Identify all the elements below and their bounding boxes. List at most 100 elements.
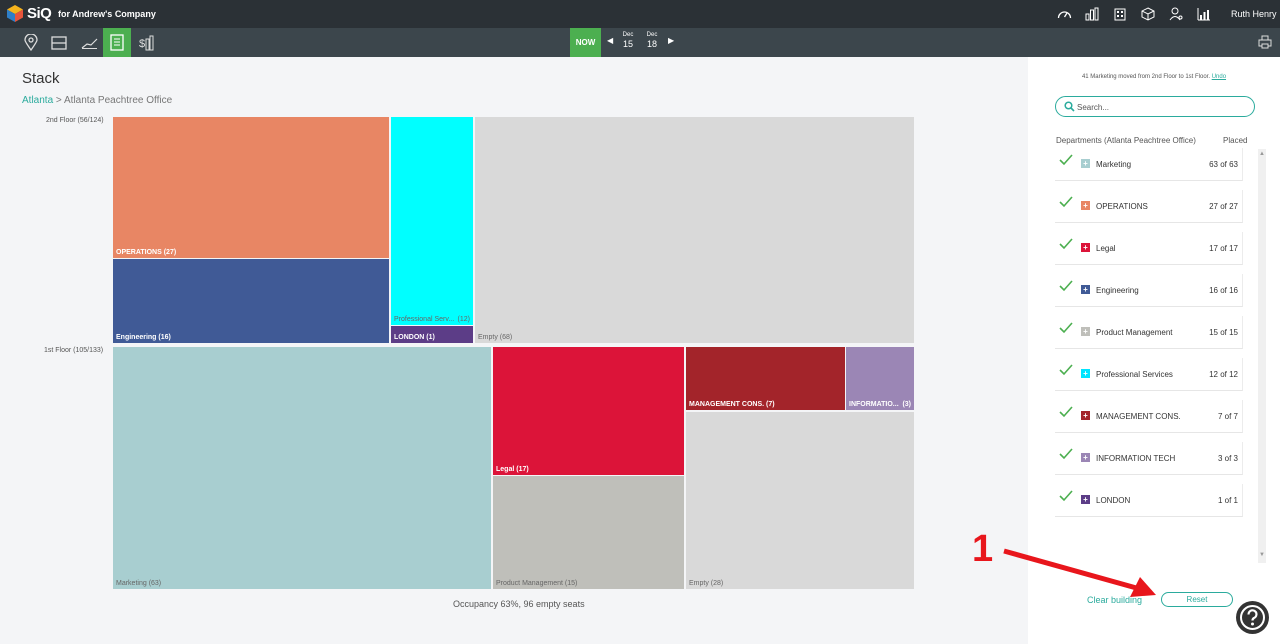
block-label-count: (3) xyxy=(902,401,911,408)
block-label: Empty (68) xyxy=(478,334,513,341)
department-item-marketing[interactable]: + Marketing 63 of 63 xyxy=(1055,148,1243,181)
department-item-professional-services[interactable]: + Professional Services 12 of 12 xyxy=(1055,358,1243,391)
floor-plan-icon[interactable] xyxy=(45,28,73,57)
building-icon[interactable] xyxy=(1112,6,1128,22)
breadcrumb: Atlanta > Atlanta Peachtree Office xyxy=(22,95,172,106)
department-item-information-tech[interactable]: + INFORMATION TECH 3 of 3 xyxy=(1055,442,1243,475)
date-month: Dec xyxy=(622,32,634,38)
top-icon-group xyxy=(1056,6,1212,22)
block-label: LONDON (1) xyxy=(394,334,435,341)
print-icon[interactable] xyxy=(1258,35,1272,54)
department-name: Product Management xyxy=(1096,328,1173,337)
department-placed: 15 of 15 xyxy=(1209,328,1238,337)
user-settings-icon[interactable] xyxy=(1168,6,1184,22)
undo-link[interactable]: Undo xyxy=(1212,74,1226,80)
breadcrumb-separator: > xyxy=(55,95,62,106)
department-placed: 17 of 17 xyxy=(1209,244,1238,253)
stack-block-legal[interactable]: Legal (17) xyxy=(493,347,684,475)
block-label: Engineering (16) xyxy=(116,334,171,341)
search-box xyxy=(1055,96,1255,117)
department-name: INFORMATION TECH xyxy=(1096,454,1176,463)
bar-chart-icon[interactable] xyxy=(1084,6,1100,22)
breadcrumb-current: Atlanta Peachtree Office xyxy=(64,95,173,106)
user-name[interactable]: Ruth Henry xyxy=(1231,9,1277,19)
check-icon xyxy=(1059,364,1073,376)
speedometer-icon[interactable] xyxy=(1056,6,1072,22)
company-name: for Andrew's Company xyxy=(58,9,156,19)
siq-logo-icon xyxy=(7,5,23,22)
block-label: MANAGEMENT CONS. (7) xyxy=(689,401,775,408)
move-notice: 41 Marketing moved from 2nd Floor to 1st… xyxy=(1028,74,1280,80)
stack-block-engineering[interactable]: Engineering (16) xyxy=(113,259,389,343)
date-day: 15 xyxy=(622,39,633,49)
check-icon xyxy=(1059,196,1073,208)
department-color-swatch: + xyxy=(1081,453,1090,462)
department-list: + Marketing 63 of 63 + OPERATIONS 27 of … xyxy=(1055,148,1243,518)
analytics-icon[interactable] xyxy=(1196,6,1212,22)
department-item-management-cons[interactable]: + MANAGEMENT CONS. 7 of 7 xyxy=(1055,400,1243,433)
department-placed: 3 of 3 xyxy=(1217,454,1238,463)
prev-date-icon[interactable]: ◀ xyxy=(607,36,613,45)
block-label-count: (12) xyxy=(457,316,470,323)
department-item-product-management[interactable]: + Product Management 15 of 15 xyxy=(1055,316,1243,349)
location-pin-icon[interactable] xyxy=(17,28,45,57)
search-input[interactable] xyxy=(1077,101,1247,113)
placed-header: Placed xyxy=(1223,136,1248,145)
department-placed: 16 of 16 xyxy=(1209,286,1238,295)
department-item-engineering[interactable]: + Engineering 16 of 16 xyxy=(1055,274,1243,307)
date-dec-15[interactable]: Dec 15 xyxy=(618,32,638,49)
move-notice-text: 41 Marketing moved from 2nd Floor to 1st… xyxy=(1081,74,1211,80)
department-item-london[interactable]: + LONDON 1 of 1 xyxy=(1055,484,1243,517)
stack-block-empty-2nd[interactable]: Empty (68) xyxy=(475,117,914,343)
department-name: Engineering xyxy=(1096,286,1139,295)
next-date-icon[interactable]: ▶ xyxy=(668,36,674,45)
department-name: MANAGEMENT CONS. xyxy=(1096,412,1181,421)
stack-block-product-management[interactable]: Product Management (15) xyxy=(493,476,684,589)
department-placed: 1 of 1 xyxy=(1217,496,1238,505)
department-placed: 7 of 7 xyxy=(1217,412,1238,421)
stack-block-operations[interactable]: OPERATIONS (27) xyxy=(113,117,389,258)
department-name: OPERATIONS xyxy=(1096,202,1148,211)
department-color-swatch: + xyxy=(1081,369,1090,378)
scroll-down-icon[interactable]: ▼ xyxy=(1259,552,1265,558)
department-name: Marketing xyxy=(1096,160,1132,169)
annotation-step-number: 1 xyxy=(972,528,994,570)
trend-line-icon[interactable] xyxy=(75,28,103,57)
department-color-swatch: + xyxy=(1081,201,1090,210)
department-color-swatch: + xyxy=(1081,495,1090,504)
cube-icon[interactable] xyxy=(1140,6,1156,22)
top-bar: SiQ for Andrew's Company Ruth Henry xyxy=(0,0,1280,28)
stack-block-professional-services[interactable]: Professional Serv... (12) xyxy=(391,117,473,325)
svg-text:$: $ xyxy=(139,38,145,50)
department-color-swatch: + xyxy=(1081,285,1090,294)
department-item-operations[interactable]: + OPERATIONS 27 of 27 xyxy=(1055,190,1243,223)
check-icon xyxy=(1059,280,1073,292)
department-list-scrollbar[interactable] xyxy=(1258,149,1266,563)
check-icon xyxy=(1059,154,1073,166)
stack-block-management-cons[interactable]: MANAGEMENT CONS. (7) xyxy=(686,347,845,410)
stack-report-icon[interactable] xyxy=(103,28,131,57)
department-color-swatch: + xyxy=(1081,327,1090,336)
block-label: Empty (28) xyxy=(689,580,724,587)
scroll-up-icon[interactable]: ▲ xyxy=(1259,151,1265,157)
page-title: Stack xyxy=(22,70,60,87)
block-label: OPERATIONS (27) xyxy=(116,249,177,256)
department-color-swatch: + xyxy=(1081,411,1090,420)
check-icon xyxy=(1059,448,1073,460)
stack-block-information-tech[interactable]: INFORMATIO... (3) xyxy=(846,347,914,410)
date-dec-18[interactable]: Dec 18 xyxy=(642,32,662,49)
breadcrumb-link-atlanta[interactable]: Atlanta xyxy=(22,95,53,106)
stack-block-london[interactable]: LONDON (1) xyxy=(391,326,473,343)
check-icon xyxy=(1059,406,1073,418)
search-icon xyxy=(1064,101,1075,112)
floor-label-2nd: 2nd Floor (56/124) xyxy=(46,117,104,124)
now-button[interactable]: NOW xyxy=(570,28,601,57)
stack-block-marketing[interactable]: Marketing (63) xyxy=(113,347,491,589)
stack-block-empty-1st[interactable]: Empty (28) xyxy=(686,412,914,589)
occupancy-summary: Occupancy 63%, 96 empty seats xyxy=(453,599,585,609)
department-name: Professional Services xyxy=(1096,370,1173,379)
help-button[interactable] xyxy=(1236,601,1269,634)
finance-icon[interactable]: $ xyxy=(132,28,160,57)
reset-button[interactable]: Reset xyxy=(1161,592,1233,607)
department-item-legal[interactable]: + Legal 17 of 17 xyxy=(1055,232,1243,265)
